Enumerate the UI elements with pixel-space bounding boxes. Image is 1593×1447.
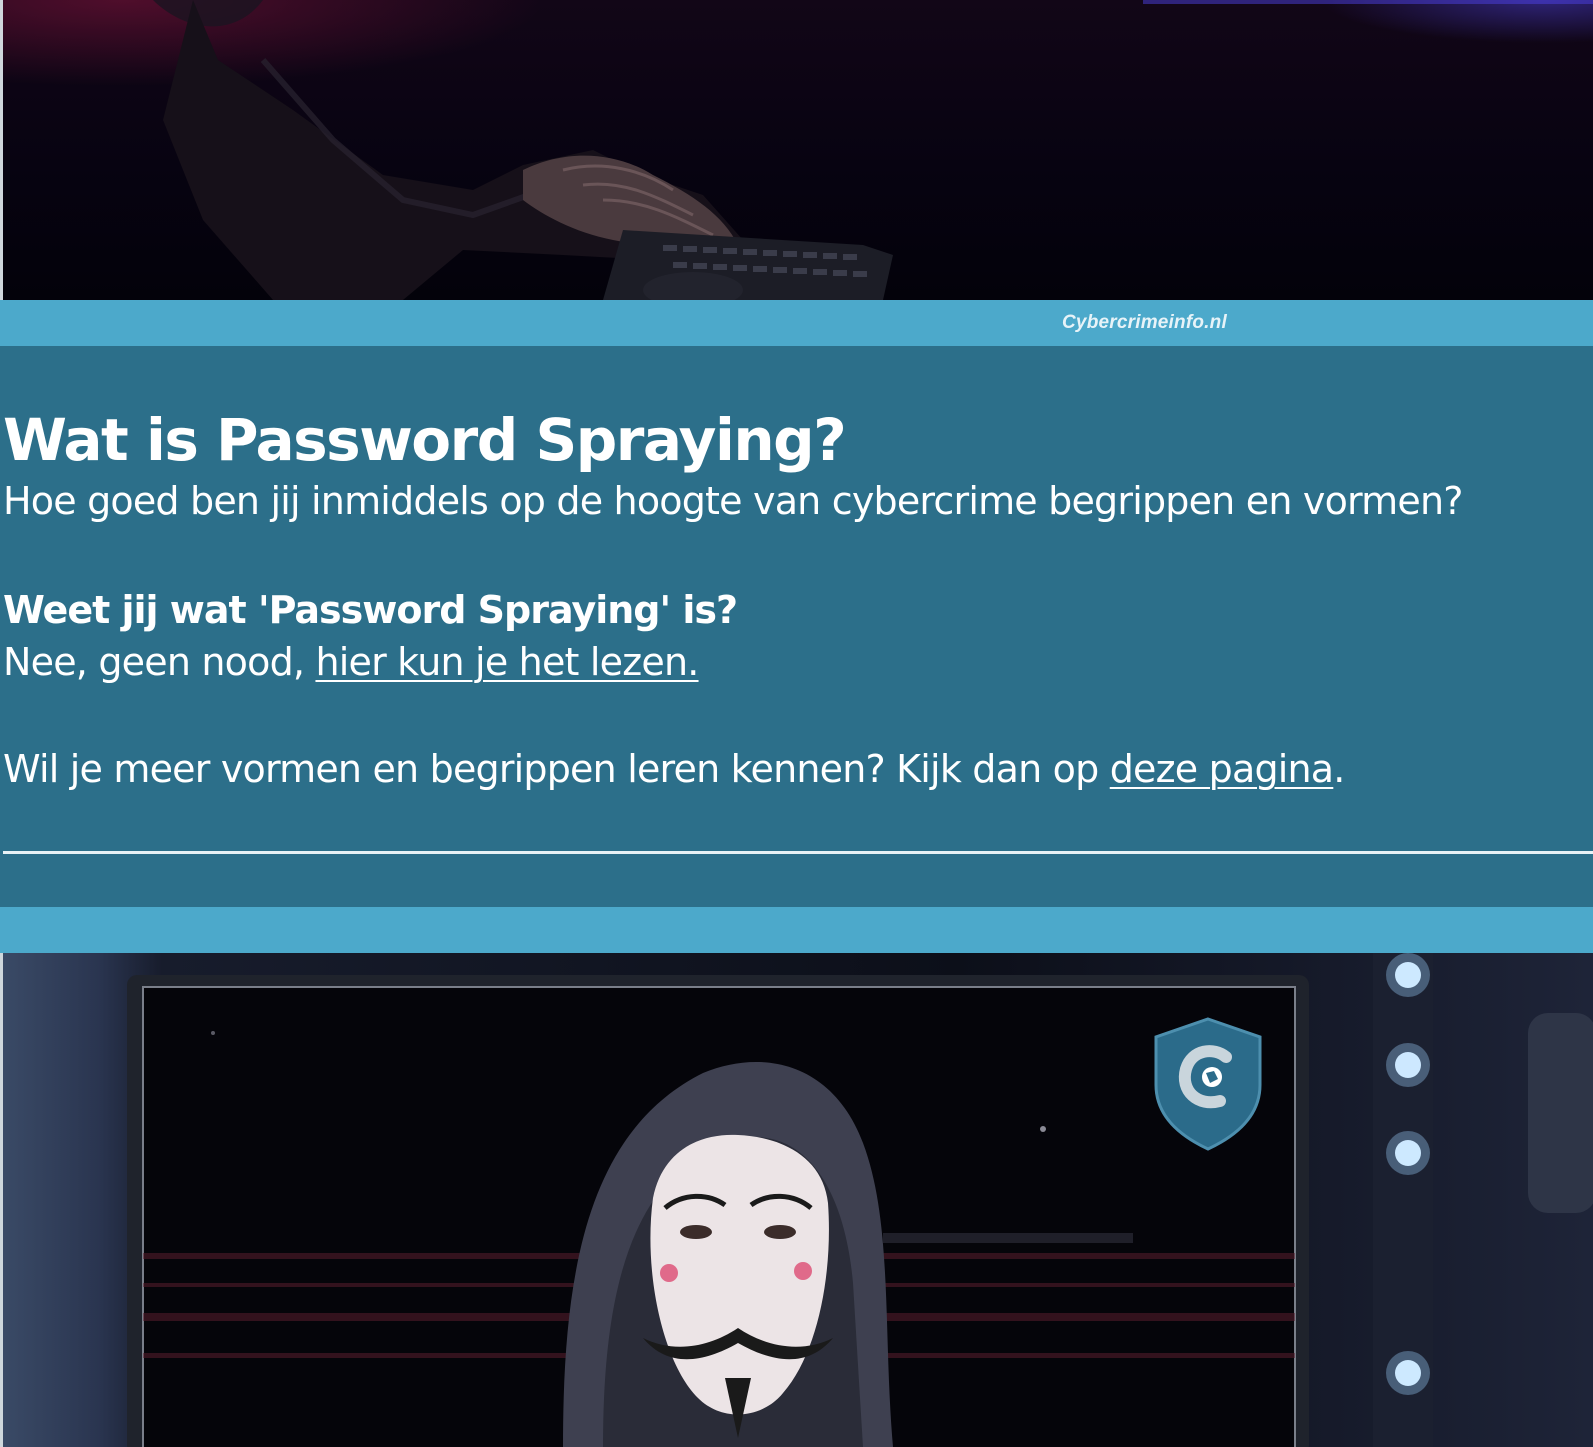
masked-hacker-illustration [127, 953, 1593, 1447]
article-subtitle: Hoe goed ben jij inmiddels op de hoogte … [3, 479, 1463, 523]
more-prefix: Wil je meer vormen en begrippen leren ke… [3, 747, 1110, 791]
read-more-link[interactable]: hier kun je het lezen. [315, 640, 699, 684]
article-question: Weet jij wat 'Password Spraying' is? [3, 588, 738, 632]
hacker-typing-illustration [153, 0, 1593, 300]
more-terms-paragraph: Wil je meer vormen en begrippen leren ke… [3, 746, 1345, 792]
divider [3, 851, 1593, 854]
page-title: Wat is Password Spraying? [3, 406, 847, 474]
banner-bar-bottom [0, 907, 1593, 953]
article-content: Wat is Password Spraying? Hoe goed ben j… [0, 346, 1593, 907]
banner-bar-top: Cybercrimeinfo.nl [0, 300, 1593, 346]
page: Cybercrimeinfo.nl Wat is Password Sprayi… [0, 0, 1593, 1447]
more-suffix: . [1333, 747, 1345, 791]
hero-image-hacker-typing [0, 0, 1593, 300]
cybercrimeinfo-logo-icon [1154, 1017, 1262, 1151]
article-answer: Nee, geen nood, hier kun je het lezen. [3, 639, 699, 685]
answer-prefix: Nee, geen nood, [3, 640, 316, 684]
terms-page-link[interactable]: deze pagina [1110, 747, 1334, 791]
banner-watermark: Cybercrimeinfo.nl [1062, 312, 1227, 333]
hero-image-masked-hacker [0, 953, 1593, 1447]
